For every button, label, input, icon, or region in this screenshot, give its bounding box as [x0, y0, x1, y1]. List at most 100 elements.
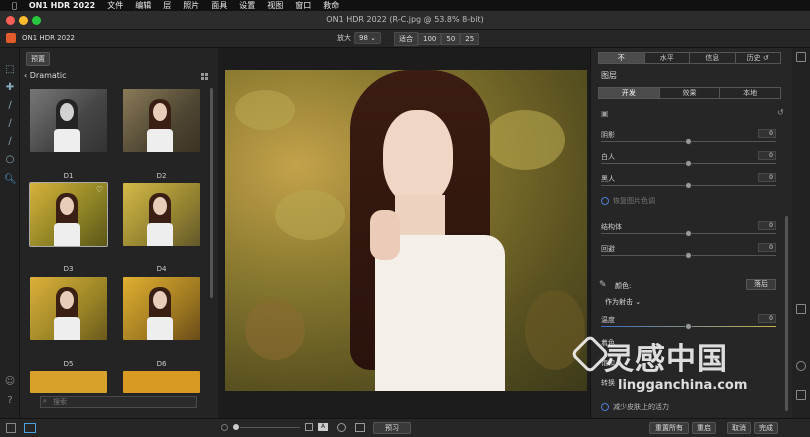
preset-label: D6 — [156, 360, 167, 368]
menu-view[interactable]: 视图 — [267, 0, 283, 11]
color-mode-dropdown[interactable]: 作为射击 ⌄ — [605, 297, 641, 307]
preset-label: D5 — [63, 360, 74, 368]
tab-history[interactable]: 历史 ↺ — [736, 53, 781, 63]
apple-menu-icon[interactable]:  — [12, 1, 17, 10]
presets-tab[interactable]: 预置 — [26, 52, 50, 66]
dodge-slider[interactable]: 回避 0 — [601, 243, 776, 259]
menu-app-name[interactable]: ON1 HDR 2022 — [29, 1, 95, 10]
menu-window[interactable]: 窗口 — [295, 0, 311, 11]
menu-settings[interactable]: 设置 — [239, 0, 255, 11]
person-icon[interactable]: ☺ — [4, 376, 16, 388]
menu-help[interactable]: 救命 — [323, 0, 339, 11]
mask-brush-icon[interactable]: ∕ — [4, 118, 16, 130]
menu-mask[interactable]: 面具 — [211, 0, 227, 11]
filmstrip-toggle-icon[interactable] — [6, 423, 16, 433]
tab-local[interactable]: 本地 — [720, 88, 780, 98]
undo-icon: ↺ — [762, 54, 769, 62]
eyedropper-icon[interactable]: ✎ — [599, 280, 607, 290]
zoom-tool-icon[interactable]: 🔍︎ — [4, 174, 17, 186]
cancel-button[interactable]: 取消 — [727, 422, 751, 434]
bottom-bar: A 预习 重置所有 重启 取消 完成 — [0, 418, 810, 437]
fit-button[interactable]: 适合 — [394, 32, 418, 46]
camera-icon[interactable]: ▣ — [601, 109, 609, 118]
watermark-cn: 灵感中国 — [604, 342, 728, 377]
shadows-slider[interactable]: 阴影 0 — [601, 129, 776, 145]
preset-search-input[interactable]: 搜索 — [40, 396, 197, 408]
reset-all-button[interactable]: 重置所有 — [649, 422, 689, 434]
tab-none[interactable]: 不 — [599, 53, 645, 63]
preset-thumbnail[interactable]: ♡ — [29, 182, 108, 247]
zoom-group: 放大 98 ⌄ — [337, 32, 382, 44]
retouch-tool-icon[interactable]: ○ — [4, 154, 16, 166]
move-tool-icon[interactable]: ✚ — [4, 82, 16, 94]
grid-view-icon[interactable] — [201, 73, 208, 80]
zoom-100-button[interactable]: 100 — [418, 33, 442, 45]
menu-file[interactable]: 文件 — [107, 0, 123, 11]
thumb-size-slider[interactable] — [233, 424, 239, 430]
help-icon[interactable]: ? — [4, 395, 16, 407]
favorite-heart-icon[interactable]: ♡ — [96, 185, 103, 194]
preset-thumbnail[interactable] — [123, 89, 200, 152]
preset-thumbnail[interactable] — [123, 183, 200, 246]
panel-tabs: 不 水平 信息 历史 ↺ — [598, 52, 781, 64]
crop-tool-icon[interactable]: ⬚ — [4, 64, 16, 76]
blacks-slider[interactable]: 黑人 0 — [601, 173, 776, 189]
app-name: ON1 HDR 2022 — [22, 34, 75, 42]
layers-title: 图层 — [601, 71, 617, 80]
tool-column: ⬚ ✚ ∕ ∕ ∕ ○ 🔍︎ ☺ ? — [0, 48, 20, 418]
preview-size-small-icon[interactable] — [221, 424, 228, 431]
text-overlay-icon[interactable]: A — [318, 423, 328, 431]
reset-icon[interactable]: ↺ — [777, 108, 784, 117]
structure-slider[interactable]: 结构体 0 — [601, 221, 776, 237]
panel-toggle-icon[interactable] — [796, 52, 806, 62]
top-toolbar: ON1 HDR 2022 放大 98 ⌄ 适合 100 50 25 — [0, 30, 810, 48]
zoom-50-button[interactable]: 50 — [441, 33, 461, 45]
zoom-25-button[interactable]: 25 — [460, 33, 480, 45]
zoom-value-select[interactable]: 98 ⌄ — [354, 32, 382, 44]
browser-scrollbar[interactable] — [210, 88, 213, 298]
whites-slider[interactable]: 白人 0 — [601, 151, 776, 167]
print-icon[interactable] — [796, 304, 806, 314]
preset-thumbnail[interactable] — [30, 371, 107, 393]
zoom-label: 放大 — [337, 34, 351, 42]
color-label: 颜色: — [615, 282, 632, 290]
preset-browser: 预置 ‹ Dramatic D1 D2 ♡ D3 D4 D5 D6 搜索 ⌕ — [20, 48, 218, 418]
preset-thumbnail[interactable] — [123, 277, 200, 340]
preset-thumbnail[interactable] — [30, 89, 107, 152]
watermark-en: lingganchina.com — [618, 378, 748, 393]
tab-effects[interactable]: 效果 — [660, 88, 721, 98]
main-photo[interactable] — [225, 70, 587, 391]
menu-bar:  ON1 HDR 2022 文件 编辑 层 照片 面具 设置 视图 窗口 救命 — [0, 0, 810, 11]
preset-thumbnail[interactable] — [30, 277, 107, 340]
zoom-presets: 适合 100 50 25 — [394, 32, 480, 46]
menu-photo[interactable]: 照片 — [183, 0, 199, 11]
preset-label: D2 — [156, 172, 167, 180]
done-button[interactable]: 完成 — [754, 422, 778, 434]
reset-button[interactable]: 重启 — [692, 422, 716, 434]
gradient-tool-icon[interactable]: ∕ — [4, 136, 16, 148]
menu-layer[interactable]: 层 — [163, 0, 171, 11]
window-title: ON1 HDR 2022 (R-C.jpg @ 53.8% 8-bit) — [326, 15, 484, 24]
tab-info[interactable]: 信息 — [690, 53, 736, 63]
color-mode-button[interactable]: 落后 — [746, 279, 776, 290]
chevron-down-icon: ⌄ — [635, 298, 642, 306]
grid-toggle-icon[interactable] — [24, 423, 36, 433]
before-after-icon[interactable] — [355, 423, 365, 432]
preset-label: D1 — [63, 172, 74, 180]
tab-level[interactable]: 水平 — [645, 53, 690, 63]
preset-thumbnail[interactable] — [123, 371, 200, 393]
compare-icon[interactable] — [305, 423, 313, 431]
preview-button[interactable]: 预习 — [373, 422, 411, 434]
preset-category[interactable]: ‹ Dramatic — [24, 71, 67, 80]
mask-view-icon[interactable] — [337, 423, 346, 432]
brush-tool-icon[interactable]: ∕ — [4, 100, 16, 112]
menu-edit[interactable]: 编辑 — [135, 0, 151, 11]
watermark: 灵感中国 lingganchina.com — [570, 334, 806, 404]
window-title-bar: ON1 HDR 2022 (R-C.jpg @ 53.8% 8-bit) — [0, 11, 810, 30]
thumb-size-track — [240, 427, 300, 428]
develop-subtabs: 开发 效果 本地 — [598, 87, 781, 99]
tab-develop[interactable]: 开发 — [599, 88, 660, 98]
auto-tone-toggle[interactable]: 恢复图片色调 — [601, 196, 655, 206]
preset-label: D4 — [156, 265, 167, 273]
temperature-slider[interactable]: 温度 0 — [601, 314, 776, 330]
